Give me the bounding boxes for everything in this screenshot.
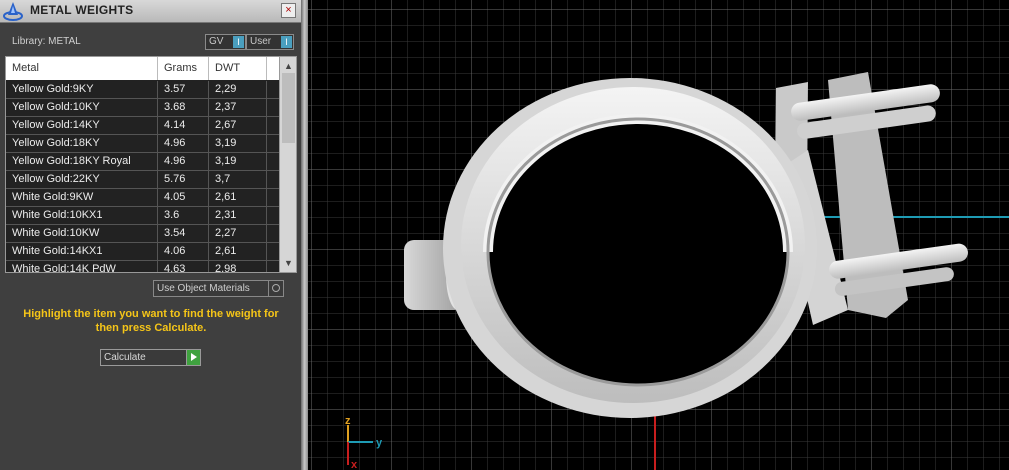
table-row[interactable]: White Gold:14K PdW 4.63 2,98 bbox=[6, 261, 279, 272]
3d-viewport[interactable]: z y x bbox=[308, 0, 1009, 470]
table-row[interactable]: Yellow Gold:9KY 3.57 2,29 bbox=[6, 81, 279, 99]
table-row[interactable]: White Gold:14KX1 4.06 2,61 bbox=[6, 243, 279, 261]
table-row[interactable]: White Gold:10KW 3.54 2,27 bbox=[6, 225, 279, 243]
scroll-up-arrow-icon[interactable]: ▲ bbox=[284, 61, 293, 71]
metal-name-cell: Yellow Gold:14KY bbox=[6, 117, 158, 134]
library-label: Library: METAL bbox=[12, 36, 81, 47]
grams-cell: 3.57 bbox=[158, 81, 209, 98]
metal-name-cell: White Gold:14KX1 bbox=[6, 243, 158, 260]
metal-name-cell: Yellow Gold:18KY Royal bbox=[6, 153, 158, 170]
dwt-cell: 2,29 bbox=[209, 81, 267, 98]
column-header-grams[interactable]: Grams bbox=[158, 57, 209, 80]
dwt-cell: 2,61 bbox=[209, 189, 267, 206]
gv-toggle-label: GV bbox=[209, 36, 224, 47]
use-object-materials-toggle[interactable] bbox=[268, 280, 284, 297]
calculate-button[interactable] bbox=[186, 349, 201, 366]
column-header-dwt[interactable]: DWT bbox=[209, 57, 267, 80]
column-header-metal[interactable]: Metal bbox=[6, 57, 158, 80]
panel-title: METAL WEIGHTS bbox=[30, 3, 134, 17]
scroll-down-arrow-icon[interactable]: ▼ bbox=[284, 258, 293, 268]
table-row[interactable]: Yellow Gold:22KY 5.76 3,7 bbox=[6, 171, 279, 189]
table-row[interactable]: Yellow Gold:18KY 4.96 3,19 bbox=[6, 135, 279, 153]
dwt-cell: 3,19 bbox=[209, 153, 267, 170]
metal-weights-table: Metal Grams DWT Yellow Gold:9KY 3.57 2,29 Y… bbox=[5, 56, 297, 273]
grams-cell: 3.6 bbox=[158, 207, 209, 224]
app-logo-icon bbox=[3, 2, 23, 21]
table-scrollbar[interactable]: ▲ ▼ bbox=[279, 57, 296, 272]
metal-weights-panel: METAL WEIGHTS × Library: METAL GV I User… bbox=[0, 0, 301, 470]
table-row[interactable]: Yellow Gold:10KY 3.68 2,37 bbox=[6, 99, 279, 117]
calculate-label: Calculate bbox=[100, 349, 190, 366]
grams-cell: 5.76 bbox=[158, 171, 209, 188]
use-object-materials-label: Use Object Materials bbox=[153, 280, 272, 297]
metal-name-cell: White Gold:14K PdW bbox=[6, 261, 158, 272]
gizmo-y-label: y bbox=[376, 437, 383, 449]
metal-name-cell: Yellow Gold:9KY bbox=[6, 81, 158, 98]
panel-splitter[interactable] bbox=[301, 0, 308, 470]
grams-cell: 3.68 bbox=[158, 99, 209, 116]
dwt-cell: 3,19 bbox=[209, 135, 267, 152]
dwt-cell: 2,37 bbox=[209, 99, 267, 116]
metal-name-cell: Yellow Gold:18KY bbox=[6, 135, 158, 152]
dwt-cell: 2,67 bbox=[209, 117, 267, 134]
gizmo-x-label: x bbox=[351, 459, 358, 470]
gv-toggle-indicator[interactable]: I bbox=[233, 36, 244, 48]
close-button[interactable]: × bbox=[281, 3, 296, 18]
table-row[interactable]: Yellow Gold:18KY Royal 4.96 3,19 bbox=[6, 153, 279, 171]
user-toggle-indicator[interactable]: I bbox=[281, 36, 292, 48]
dwt-cell: 2,31 bbox=[209, 207, 267, 224]
gv-library-toggle[interactable]: GV I bbox=[205, 34, 246, 50]
metal-name-cell: White Gold:9KW bbox=[6, 189, 158, 206]
dwt-cell: 2,98 bbox=[209, 261, 267, 272]
grams-cell: 4.14 bbox=[158, 117, 209, 134]
grams-cell: 4.96 bbox=[158, 153, 209, 170]
dwt-cell: 2,27 bbox=[209, 225, 267, 242]
grams-cell: 4.63 bbox=[158, 261, 209, 272]
panel-titlebar[interactable]: METAL WEIGHTS × bbox=[0, 0, 301, 23]
gizmo-z-label: z bbox=[345, 415, 351, 427]
table-header: Metal Grams DWT bbox=[6, 57, 279, 80]
metal-name-cell: Yellow Gold:22KY bbox=[6, 171, 158, 188]
grams-cell: 3.54 bbox=[158, 225, 209, 242]
grams-cell: 4.05 bbox=[158, 189, 209, 206]
instruction-text: Highlight the item you want to find the … bbox=[23, 308, 279, 334]
metal-name-cell: White Gold:10KW bbox=[6, 225, 158, 242]
table-row[interactable]: White Gold:10KX1 3.6 2,31 bbox=[6, 207, 279, 225]
viewport-canvas: z y x bbox=[308, 0, 1009, 470]
table-row[interactable]: Yellow Gold:14KY 4.14 2,67 bbox=[6, 117, 279, 135]
table-row[interactable]: White Gold:9KW 4.05 2,61 bbox=[6, 189, 279, 207]
grams-cell: 4.06 bbox=[158, 243, 209, 260]
scroll-thumb[interactable] bbox=[282, 73, 295, 143]
dwt-cell: 2,61 bbox=[209, 243, 267, 260]
user-toggle-label: User bbox=[250, 36, 272, 47]
metal-name-cell: White Gold:10KX1 bbox=[6, 207, 158, 224]
user-library-toggle[interactable]: User I bbox=[246, 34, 294, 50]
grams-cell: 4.96 bbox=[158, 135, 209, 152]
table-body: Yellow Gold:9KY 3.57 2,29 Yellow Gold:10KY 3… bbox=[6, 81, 279, 272]
metal-name-cell: Yellow Gold:10KY bbox=[6, 99, 158, 116]
dwt-cell: 3,7 bbox=[209, 171, 267, 188]
